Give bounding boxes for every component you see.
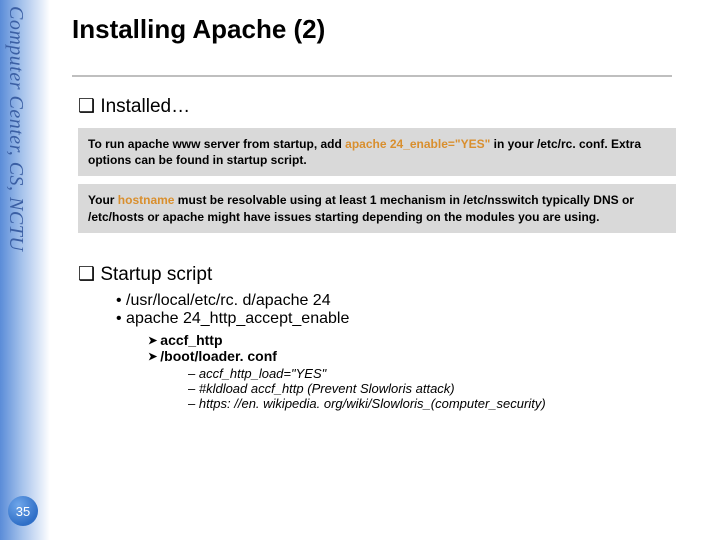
slide-content: Installing Apache (2) Installed… To run … (72, 14, 704, 411)
info-box-2: Your hostname must be resolvable using a… (78, 184, 676, 232)
title-divider (72, 75, 672, 77)
dash-item: #kldload accf_http (Prevent Slowloris at… (188, 381, 704, 396)
page-number-badge: 35 (8, 496, 38, 526)
rail-label: Computer Center, CS, NCTU (4, 6, 27, 251)
section-installed-text: Installed… (100, 96, 190, 117)
dash-item: accf_http_load="YES" (188, 366, 704, 381)
box2-pre: Your (88, 193, 118, 207)
box2-highlight: hostname (118, 193, 175, 207)
bullet-list: /usr/local/etc/rc. d/apache 24 apache 24… (116, 292, 704, 328)
box1-highlight: apache 24_enable="YES" (345, 137, 490, 151)
arrow-item: accf_http (148, 332, 704, 348)
bullet-item: apache 24_http_accept_enable (116, 310, 704, 328)
slide-title: Installing Apache (2) (72, 14, 704, 45)
section-startup-heading: Startup script (78, 263, 704, 286)
bullet-item: /usr/local/etc/rc. d/apache 24 (116, 292, 704, 310)
dash-list: accf_http_load="YES" #kldload accf_http … (188, 366, 704, 411)
box1-pre: To run apache www server from startup, a… (88, 137, 345, 151)
dash-item: https: //en. wikipedia. org/wiki/Slowlor… (188, 396, 704, 411)
section-installed-heading: Installed… (78, 95, 704, 118)
info-box-1: To run apache www server from startup, a… (78, 128, 676, 176)
arrow-item: /boot/loader. conf (148, 348, 704, 364)
section-startup-text: Startup script (100, 264, 212, 285)
left-rail: Computer Center, CS, NCTU (0, 0, 50, 540)
arrow-list: accf_http /boot/loader. conf (148, 332, 704, 364)
